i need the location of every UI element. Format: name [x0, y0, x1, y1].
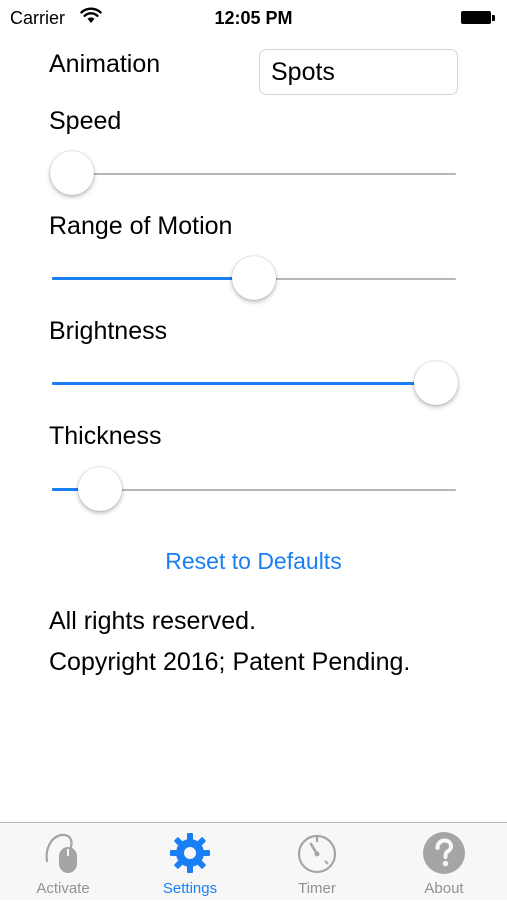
- slider-thumb[interactable]: [78, 467, 123, 511]
- slider-thumb[interactable]: [232, 256, 276, 300]
- tab-label: About: [424, 880, 464, 897]
- tab-label: Activate: [36, 880, 90, 897]
- battery-icon: [461, 11, 495, 25]
- thickness-slider[interactable]: [52, 467, 456, 513]
- mouse-hand-icon: [45, 833, 77, 873]
- slider-track: [52, 173, 456, 175]
- tab-label: Timer: [298, 880, 336, 897]
- gear-icon: [170, 833, 210, 873]
- tab-bar: Activate Settings Timer About: [0, 822, 507, 900]
- rights-text: All rights reserved.: [49, 607, 257, 635]
- slider-fill: [52, 277, 254, 280]
- brightness-label: Brightness: [49, 317, 168, 345]
- slider-fill: [52, 382, 436, 385]
- question-icon: [423, 832, 465, 874]
- brightness-slider[interactable]: [52, 361, 458, 407]
- slider-thumb[interactable]: [50, 151, 95, 195]
- speed-slider[interactable]: [50, 151, 456, 197]
- range-of-motion-label: Range of Motion: [49, 212, 233, 240]
- range-of-motion-slider[interactable]: [52, 256, 456, 302]
- clock: 12:05 PM: [214, 8, 293, 28]
- tab-activate[interactable]: Activate: [0, 823, 126, 901]
- tab-timer[interactable]: Timer: [254, 823, 380, 901]
- tab-settings[interactable]: Settings: [127, 823, 253, 901]
- timer-icon: [297, 834, 337, 874]
- tab-label: Settings: [162, 880, 218, 897]
- animation-picker-field[interactable]: Spots: [259, 49, 458, 95]
- slider-thumb[interactable]: [413, 361, 458, 405]
- animation-label: Animation: [49, 50, 161, 78]
- copyright-text: Copyright 2016; Patent Pending.: [49, 648, 411, 676]
- speed-label: Speed: [49, 107, 122, 135]
- tab-about[interactable]: About: [381, 823, 507, 901]
- reset-to-defaults-button[interactable]: Reset to Defaults: [0, 548, 507, 575]
- thickness-label: Thickness: [49, 422, 162, 450]
- status-bar: Carrier 12:05 PM: [0, 0, 507, 36]
